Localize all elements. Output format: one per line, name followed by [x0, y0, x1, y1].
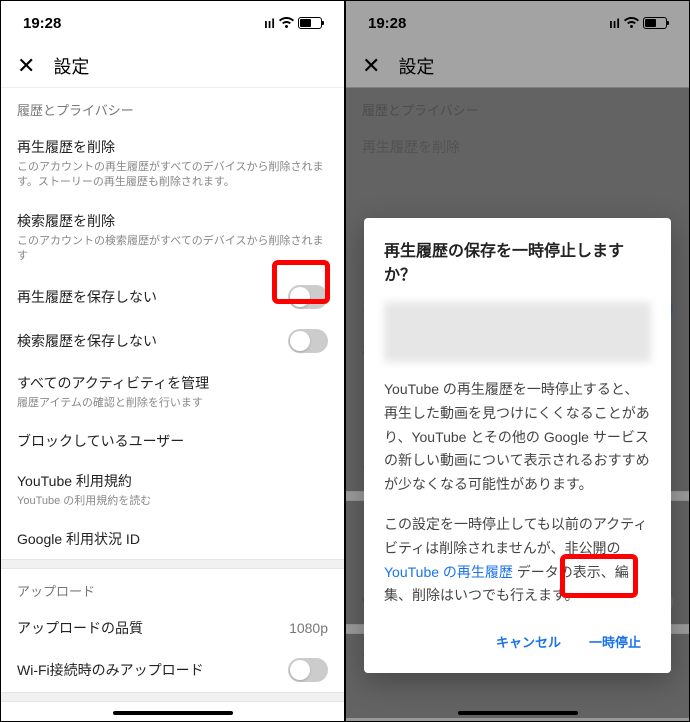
row-desc: YouTube の利用規約を読む	[17, 494, 328, 509]
row-title: ブロックしているユーザー	[17, 431, 328, 451]
status-indicators: ııl	[264, 16, 322, 31]
signal-icon: ııl	[264, 16, 275, 31]
row-clear-search-history[interactable]: 検索履歴を削除 このアカウントの検索履歴がすべてのデバイスから削除されます	[1, 201, 344, 275]
row-upload-quality[interactable]: アップロードの品質 1080p	[1, 608, 344, 648]
dialog-redacted	[384, 302, 651, 362]
wifi-icon	[279, 16, 294, 31]
row-title: すべてのアクティビティを管理	[17, 373, 328, 393]
divider	[1, 692, 344, 702]
watch-history-link[interactable]: YouTube の再生履歴	[384, 564, 513, 580]
battery-icon	[298, 17, 322, 29]
page-title: 設定	[53, 53, 89, 79]
row-pause-search-history: 検索履歴を保存しない	[1, 319, 344, 363]
row-desc: このアカウントの検索履歴がすべてのデバイスから削除されます	[17, 234, 328, 265]
row-manage-activity[interactable]: すべてのアクティビティを管理 履歴アイテムの確認と削除を行います	[1, 363, 344, 421]
row-desc: 履歴アイテムの確認と削除を行います	[17, 396, 328, 411]
row-title: Wi-Fi接続時のみアップロード	[17, 660, 288, 680]
row-wifi-upload: Wi-Fi接続時のみアップロード	[1, 648, 344, 692]
close-icon[interactable]: ✕	[17, 53, 35, 79]
status-bar: 19:28 ııl	[1, 1, 344, 45]
pause-button[interactable]: 一時停止	[579, 624, 651, 659]
dialog-paragraph-2: この設定を一時停止しても以前のアクティビティは削除されませんが、非公開の You…	[384, 513, 651, 608]
dialog-title: 再生履歴の保存を一時停止しますか？	[384, 240, 651, 288]
toggle-wifi-upload[interactable]	[288, 658, 328, 682]
row-title: YouTube 利用規約	[17, 471, 328, 491]
status-time: 19:28	[368, 15, 406, 32]
upload-quality-value: 1080p	[289, 620, 328, 636]
section-history-privacy: 履歴とプライバシー	[1, 88, 344, 127]
settings-header: ✕ 設定	[1, 45, 344, 88]
row-title: 再生履歴を保存しない	[17, 287, 288, 307]
row-title: Google 利用状況 ID	[17, 529, 328, 549]
row-google-usage-id[interactable]: Google 利用状況 ID	[1, 519, 344, 559]
status-bar: 19:28 ııl	[346, 1, 689, 45]
dialog-paragraph-1: YouTube の再生履歴を一時停止すると、再生した動画を見つけにくくなることが…	[384, 378, 651, 497]
signal-icon: ııl	[609, 16, 620, 31]
status-time: 19:28	[23, 15, 61, 32]
row-desc: このアカウントの再生履歴がすべてのデバイスから削除されます。ストーリーの再生履歴…	[17, 160, 328, 191]
row-youtube-terms[interactable]: YouTube 利用規約 YouTube の利用規約を読む	[1, 461, 344, 519]
toggle-pause-watch[interactable]	[288, 285, 328, 309]
status-indicators: ııl	[609, 16, 667, 31]
section-uploads: アップロード	[1, 569, 344, 608]
battery-icon	[643, 17, 667, 29]
close-icon[interactable]: ✕	[362, 53, 380, 79]
row-title: 検索履歴を保存しない	[17, 331, 288, 351]
divider	[1, 559, 344, 569]
toggle-pause-search[interactable]	[288, 329, 328, 353]
row-title: 検索履歴を削除	[17, 211, 328, 231]
row-title: 再生履歴を削除	[17, 137, 328, 157]
page-title: 設定	[398, 53, 434, 79]
home-indicator	[113, 711, 233, 715]
dialog-actions: キャンセル 一時停止	[384, 624, 651, 659]
row-pause-watch-history: 再生履歴を保存しない	[1, 275, 344, 319]
settings-header: ✕ 設定	[346, 45, 689, 88]
row-clear-watch-history[interactable]: 再生履歴を削除 このアカウントの再生履歴がすべてのデバイスから削除されます。スト…	[1, 127, 344, 201]
wifi-icon	[624, 16, 639, 31]
confirm-dialog: 再生履歴の保存を一時停止しますか？ YouTube の再生履歴を一時停止すると、…	[364, 218, 671, 673]
cancel-button[interactable]: キャンセル	[486, 624, 571, 659]
row-blocked-users[interactable]: ブロックしているユーザー	[1, 421, 344, 461]
row-title: アップロードの品質	[17, 618, 289, 638]
